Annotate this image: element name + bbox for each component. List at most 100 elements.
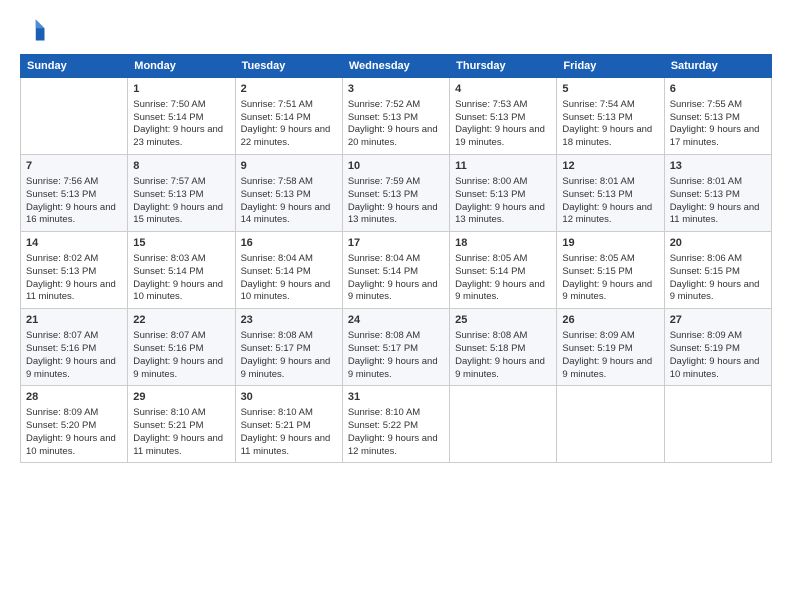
calendar-cell: 8 Sunrise: 7:57 AM Sunset: 5:13 PM Daylig… [128, 155, 235, 232]
day-info: Sunrise: 8:05 AM Sunset: 5:14 PM Dayligh… [455, 253, 551, 304]
day-info: Sunrise: 8:02 AM Sunset: 5:13 PM Dayligh… [26, 253, 122, 304]
day-of-week-header: Saturday [664, 55, 771, 78]
calendar-cell: 1 Sunrise: 7:50 AM Sunset: 5:14 PM Daylig… [128, 78, 235, 155]
page: SundayMondayTuesdayWednesdayThursdayFrid… [0, 0, 792, 612]
day-info: Sunrise: 8:04 AM Sunset: 5:14 PM Dayligh… [348, 253, 444, 304]
day-info: Sunrise: 7:55 AM Sunset: 5:13 PM Dayligh… [670, 99, 766, 150]
calendar-cell: 30 Sunrise: 8:10 AM Sunset: 5:21 PM Dayli… [235, 386, 342, 463]
day-number: 6 [670, 82, 766, 97]
day-of-week-header: Sunday [21, 55, 128, 78]
day-header-row: SundayMondayTuesdayWednesdayThursdayFrid… [21, 55, 772, 78]
day-info: Sunrise: 8:10 AM Sunset: 5:21 PM Dayligh… [133, 407, 229, 458]
calendar-week-row: 21 Sunrise: 8:07 AM Sunset: 5:16 PM Dayli… [21, 309, 772, 386]
day-number: 1 [133, 82, 229, 97]
day-info: Sunrise: 8:07 AM Sunset: 5:16 PM Dayligh… [133, 330, 229, 381]
day-info: Sunrise: 8:09 AM Sunset: 5:20 PM Dayligh… [26, 407, 122, 458]
day-number: 4 [455, 82, 551, 97]
day-number: 8 [133, 159, 229, 174]
calendar-cell: 20 Sunrise: 8:06 AM Sunset: 5:15 PM Dayli… [664, 232, 771, 309]
day-number: 16 [241, 236, 337, 251]
day-number: 17 [348, 236, 444, 251]
calendar-cell: 6 Sunrise: 7:55 AM Sunset: 5:13 PM Daylig… [664, 78, 771, 155]
day-number: 13 [670, 159, 766, 174]
day-info: Sunrise: 7:54 AM Sunset: 5:13 PM Dayligh… [562, 99, 658, 150]
day-number: 3 [348, 82, 444, 97]
day-info: Sunrise: 8:00 AM Sunset: 5:13 PM Dayligh… [455, 176, 551, 227]
calendar-cell: 15Sunrise: 8:03 AM Sunset: 5:14 PM Dayli… [128, 232, 235, 309]
day-number: 15 [133, 236, 229, 251]
day-info: Sunrise: 8:10 AM Sunset: 5:21 PM Dayligh… [241, 407, 337, 458]
calendar-cell: 19 Sunrise: 8:05 AM Sunset: 5:15 PM Dayli… [557, 232, 664, 309]
day-number: 23 [241, 313, 337, 328]
calendar-cell [557, 386, 664, 463]
day-number: 27 [670, 313, 766, 328]
calendar-cell: 2Sunrise: 7:51 AM Sunset: 5:14 PM Daylig… [235, 78, 342, 155]
day-number: 31 [348, 390, 444, 405]
day-info: Sunrise: 8:08 AM Sunset: 5:18 PM Dayligh… [455, 330, 551, 381]
day-info: Sunrise: 8:06 AM Sunset: 5:15 PM Dayligh… [670, 253, 766, 304]
calendar-cell: 7 Sunrise: 7:56 AM Sunset: 5:13 PM Daylig… [21, 155, 128, 232]
day-number: 19 [562, 236, 658, 251]
day-number: 7 [26, 159, 122, 174]
day-number: 21 [26, 313, 122, 328]
day-number: 26 [562, 313, 658, 328]
day-info: Sunrise: 7:57 AM Sunset: 5:13 PM Dayligh… [133, 176, 229, 227]
day-number: 30 [241, 390, 337, 405]
calendar-cell: 24Sunrise: 8:08 AM Sunset: 5:17 PM Dayli… [342, 309, 449, 386]
calendar-cell: 28 Sunrise: 8:09 AM Sunset: 5:20 PM Dayli… [21, 386, 128, 463]
calendar-cell: 26 Sunrise: 8:09 AM Sunset: 5:19 PM Dayli… [557, 309, 664, 386]
day-of-week-header: Monday [128, 55, 235, 78]
header [20, 16, 772, 44]
day-of-week-header: Tuesday [235, 55, 342, 78]
logo-icon [20, 16, 48, 44]
day-info: Sunrise: 8:08 AM Sunset: 5:17 PM Dayligh… [241, 330, 337, 381]
calendar-cell: 9Sunrise: 7:58 AM Sunset: 5:13 PM Daylig… [235, 155, 342, 232]
calendar-cell: 13 Sunrise: 8:01 AM Sunset: 5:13 PM Dayli… [664, 155, 771, 232]
day-of-week-header: Friday [557, 55, 664, 78]
calendar-week-row: 28 Sunrise: 8:09 AM Sunset: 5:20 PM Dayli… [21, 386, 772, 463]
day-info: Sunrise: 7:56 AM Sunset: 5:13 PM Dayligh… [26, 176, 122, 227]
calendar-cell [450, 386, 557, 463]
day-number: 25 [455, 313, 551, 328]
calendar-week-row: 1 Sunrise: 7:50 AM Sunset: 5:14 PM Daylig… [21, 78, 772, 155]
calendar-cell: 25 Sunrise: 8:08 AM Sunset: 5:18 PM Dayli… [450, 309, 557, 386]
calendar-cell: 5 Sunrise: 7:54 AM Sunset: 5:13 PM Daylig… [557, 78, 664, 155]
day-info: Sunrise: 8:09 AM Sunset: 5:19 PM Dayligh… [670, 330, 766, 381]
day-of-week-header: Thursday [450, 55, 557, 78]
day-number: 20 [670, 236, 766, 251]
day-number: 29 [133, 390, 229, 405]
calendar-week-row: 14 Sunrise: 8:02 AM Sunset: 5:13 PM Dayli… [21, 232, 772, 309]
day-number: 5 [562, 82, 658, 97]
day-info: Sunrise: 7:52 AM Sunset: 5:13 PM Dayligh… [348, 99, 444, 150]
calendar-cell: 18 Sunrise: 8:05 AM Sunset: 5:14 PM Dayli… [450, 232, 557, 309]
calendar-table: SundayMondayTuesdayWednesdayThursdayFrid… [20, 54, 772, 463]
day-number: 2 [241, 82, 337, 97]
day-number: 10 [348, 159, 444, 174]
day-of-week-header: Wednesday [342, 55, 449, 78]
calendar-cell: 27 Sunrise: 8:09 AM Sunset: 5:19 PM Dayli… [664, 309, 771, 386]
calendar-cell: 10Sunrise: 7:59 AM Sunset: 5:13 PM Dayli… [342, 155, 449, 232]
day-info: Sunrise: 8:01 AM Sunset: 5:13 PM Dayligh… [670, 176, 766, 227]
calendar-body: 1 Sunrise: 7:50 AM Sunset: 5:14 PM Daylig… [21, 78, 772, 463]
day-number: 22 [133, 313, 229, 328]
day-number: 18 [455, 236, 551, 251]
logo [20, 16, 52, 44]
day-info: Sunrise: 8:07 AM Sunset: 5:16 PM Dayligh… [26, 330, 122, 381]
calendar-cell: 22 Sunrise: 8:07 AM Sunset: 5:16 PM Dayli… [128, 309, 235, 386]
day-number: 14 [26, 236, 122, 251]
calendar-cell: 23 Sunrise: 8:08 AM Sunset: 5:17 PM Dayli… [235, 309, 342, 386]
day-info: Sunrise: 7:50 AM Sunset: 5:14 PM Dayligh… [133, 99, 229, 150]
calendar-week-row: 7 Sunrise: 7:56 AM Sunset: 5:13 PM Daylig… [21, 155, 772, 232]
calendar-cell: 12Sunrise: 8:01 AM Sunset: 5:13 PM Dayli… [557, 155, 664, 232]
calendar-cell: 21 Sunrise: 8:07 AM Sunset: 5:16 PM Dayli… [21, 309, 128, 386]
calendar-cell: 29 Sunrise: 8:10 AM Sunset: 5:21 PM Dayli… [128, 386, 235, 463]
day-info: Sunrise: 8:05 AM Sunset: 5:15 PM Dayligh… [562, 253, 658, 304]
calendar-cell [21, 78, 128, 155]
calendar-cell: 4Sunrise: 7:53 AM Sunset: 5:13 PM Daylig… [450, 78, 557, 155]
day-number: 9 [241, 159, 337, 174]
day-info: Sunrise: 8:09 AM Sunset: 5:19 PM Dayligh… [562, 330, 658, 381]
day-number: 28 [26, 390, 122, 405]
calendar-header: SundayMondayTuesdayWednesdayThursdayFrid… [21, 55, 772, 78]
calendar-cell: 31Sunrise: 8:10 AM Sunset: 5:22 PM Dayli… [342, 386, 449, 463]
calendar-cell: 11Sunrise: 8:00 AM Sunset: 5:13 PM Dayli… [450, 155, 557, 232]
